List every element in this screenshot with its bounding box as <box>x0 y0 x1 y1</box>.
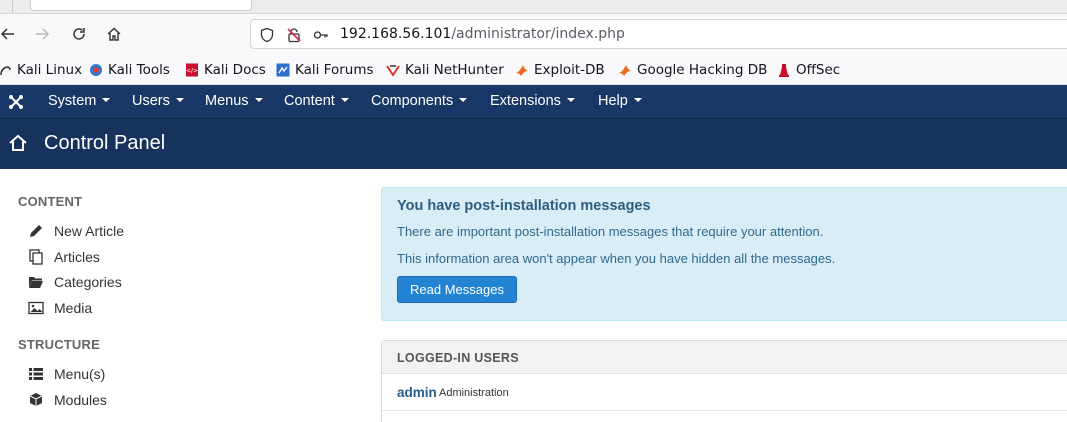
sidebar-item-articles[interactable]: Articles <box>27 248 100 266</box>
alert-line-2: This information area won't appear when … <box>397 251 836 266</box>
menu-system[interactable]: System <box>48 93 111 109</box>
bookmark-kali-forums[interactable]: Kali Forums <box>276 61 374 79</box>
url-host: 192.168.56.101 <box>340 26 452 42</box>
bookmarks-toolbar: Kali Linux Kali Tools </> Kali Docs Kali… <box>0 55 1067 85</box>
bookmark-kali-docs[interactable]: </> Kali Docs <box>185 61 266 79</box>
user-role: Administration <box>439 387 509 399</box>
bookmark-kali-linux[interactable]: Kali Linux <box>0 61 82 79</box>
shield-icon[interactable] <box>259 27 275 43</box>
alert-line-1: There are important post-installation me… <box>397 224 824 239</box>
sidebar-heading-content: CONTENT <box>18 194 83 209</box>
panel-title: LOGGED-IN USERS <box>397 351 519 365</box>
logged-in-users-panel: LOGGED-IN USERS admin Administration <box>381 340 1067 422</box>
menu-users[interactable]: Users <box>132 93 184 109</box>
ghdb-icon <box>619 65 631 76</box>
sidebar-item-categories[interactable]: Categories <box>27 273 122 291</box>
menu-help[interactable]: Help <box>598 93 642 109</box>
bookmark-google-hacking-db[interactable]: Google Hacking DB <box>618 61 767 79</box>
joomla-logo-icon[interactable] <box>8 94 24 110</box>
menu-label: Components <box>371 93 454 109</box>
image-icon <box>27 300 44 316</box>
menu-components[interactable]: Components <box>371 93 468 109</box>
bookmark-label: Exploit-DB <box>534 62 605 78</box>
sidebar-item-modules[interactable]: Modules <box>27 391 107 409</box>
browser-tab-strip <box>0 0 1067 14</box>
user-link[interactable]: admin <box>397 385 437 400</box>
insecure-lock-icon[interactable] <box>286 27 302 43</box>
svg-text:</>: </> <box>186 68 198 75</box>
key-icon[interactable] <box>313 27 329 43</box>
caret-down-icon <box>175 98 184 103</box>
forward-arrow-icon[interactable] <box>32 24 52 44</box>
tab-separator <box>12 0 13 13</box>
page-title: Control Panel <box>44 132 166 154</box>
admin-top-menu: System Users Menus Content Components Ex… <box>0 85 1067 118</box>
caret-down-icon <box>340 98 349 103</box>
caret-down-icon <box>254 98 263 103</box>
copy-icon <box>27 249 44 265</box>
menu-label: Users <box>132 93 170 109</box>
sidebar-item-label: Articles <box>54 249 100 265</box>
bookmark-exploit-db[interactable]: Exploit-DB <box>515 61 605 79</box>
caret-down-icon <box>102 98 111 103</box>
post-install-alert: You have post-installation messages Ther… <box>381 187 1067 321</box>
offsec-icon <box>779 64 789 77</box>
home-icon <box>9 134 27 151</box>
sidebar-item-new-article[interactable]: New Article <box>27 222 124 240</box>
sidebar-heading-structure: STRUCTURE <box>18 337 100 352</box>
bookmark-label: Kali NetHunter <box>405 62 504 78</box>
url-path: /administrator/index.php <box>451 26 625 42</box>
caret-down-icon <box>566 98 575 103</box>
sidebar-item-label: Categories <box>54 274 122 290</box>
kali-tools-icon <box>90 64 102 76</box>
url-bar[interactable]: 192.168.56.101/administrator/index.php <box>250 19 1067 49</box>
kali-dragon-icon <box>0 66 11 76</box>
menu-label: System <box>48 93 97 109</box>
reload-icon[interactable] <box>69 24 89 44</box>
menu-menus[interactable]: Menus <box>205 93 263 109</box>
page-title-bar: Control Panel <box>0 118 1067 169</box>
url-text[interactable]: 192.168.56.101/administrator/index.php <box>340 26 625 42</box>
cube-icon <box>27 392 44 408</box>
back-arrow-icon[interactable] <box>0 24 18 44</box>
sidebar-item-label: Modules <box>54 392 107 408</box>
panel-header: LOGGED-IN USERS <box>382 341 1067 374</box>
kali-forums-icon <box>276 63 290 77</box>
caret-down-icon <box>459 98 468 103</box>
bookmark-kali-nethunter[interactable]: Kali NetHunter <box>386 61 504 79</box>
menu-extensions[interactable]: Extensions <box>490 93 575 109</box>
menu-content[interactable]: Content <box>284 93 349 109</box>
sidebar-item-label: New Article <box>54 223 125 239</box>
bookmark-label: Kali Docs <box>204 62 266 78</box>
menu-label: Menus <box>205 93 249 109</box>
bookmark-kali-tools[interactable]: Kali Tools <box>89 61 170 79</box>
caret-down-icon <box>633 98 642 103</box>
sidebar-item-label: Menu(s) <box>54 366 106 382</box>
table-row: admin Administration <box>382 375 1067 411</box>
exploit-db-icon <box>516 65 528 76</box>
pencil-icon <box>27 223 44 239</box>
bookmark-offsec[interactable]: OffSec <box>777 61 840 79</box>
bookmark-label: Kali Tools <box>108 62 170 78</box>
bookmark-label: Kali Forums <box>295 62 374 78</box>
read-messages-button[interactable]: Read Messages <box>397 276 517 303</box>
menu-label: Content <box>284 93 335 109</box>
bookmark-label: OffSec <box>796 62 841 78</box>
sidebar-item-menus[interactable]: Menu(s) <box>27 365 105 383</box>
menu-label: Extensions <box>490 93 561 109</box>
bookmark-label: Google Hacking DB <box>637 62 768 78</box>
sidebar-item-label: Media <box>54 300 93 316</box>
kali-nethunter-icon <box>386 65 400 77</box>
menu-label: Help <box>598 93 628 109</box>
alert-heading: You have post-installation messages <box>397 198 651 214</box>
bookmark-label: Kali Linux <box>17 62 83 78</box>
home-icon[interactable] <box>104 24 124 44</box>
folder-open-icon <box>27 274 44 290</box>
kali-docs-icon: </> <box>186 63 198 77</box>
browser-navigation-bar: 192.168.56.101/administrator/index.php <box>0 14 1067 55</box>
list-icon <box>27 366 44 382</box>
sidebar-item-media[interactable]: Media <box>27 299 92 317</box>
browser-tab[interactable] <box>30 0 252 11</box>
